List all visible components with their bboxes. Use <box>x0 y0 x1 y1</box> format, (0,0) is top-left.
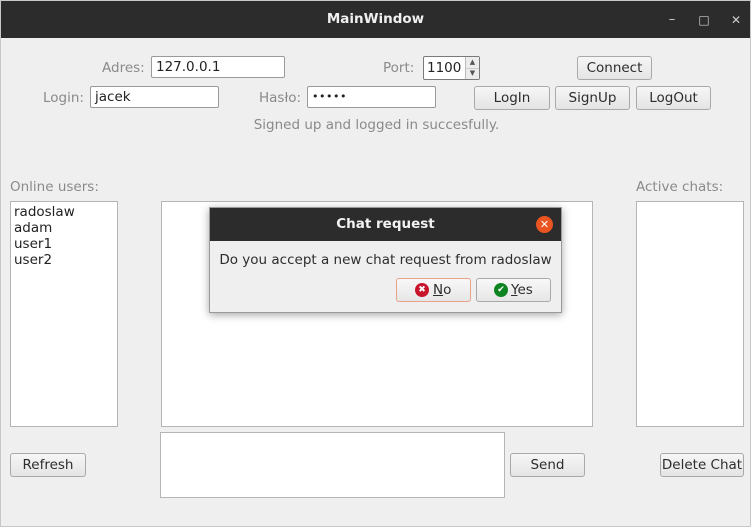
window-title: MainWindow <box>326 11 425 27</box>
minimize-button[interactable]: – <box>663 11 681 29</box>
cancel-icon: ✖ <box>415 283 429 297</box>
yes-button-label: Yes <box>511 282 533 298</box>
checkmark-icon: ✔ <box>494 283 508 297</box>
delete-chat-button[interactable]: Delete Chat <box>660 453 744 477</box>
status-text: Signed up and logged in succesfully. <box>253 117 500 133</box>
port-label: Port: <box>383 60 415 76</box>
online-users-list[interactable]: radoslaw adam user1 user2 <box>10 201 118 427</box>
connect-button[interactable]: Connect <box>577 56 652 80</box>
close-window-button[interactable]: ✕ <box>727 11 745 29</box>
list-item[interactable]: user2 <box>11 252 117 268</box>
chevron-down-icon[interactable]: ▼ <box>466 68 479 79</box>
password-input[interactable]: ••••• <box>307 86 436 108</box>
signup-button[interactable]: SignUp <box>555 86 630 110</box>
title-bar: MainWindow – □ ✕ <box>1 1 750 38</box>
refresh-button[interactable]: Refresh <box>10 453 86 477</box>
login-label: Login: <box>43 90 84 106</box>
list-item[interactable]: adam <box>11 220 117 236</box>
password-label: Hasło: <box>259 90 302 106</box>
list-item[interactable]: radoslaw <box>11 204 117 220</box>
close-icon[interactable]: ✕ <box>536 216 553 233</box>
maximize-button[interactable]: □ <box>695 11 713 29</box>
yes-button[interactable]: ✔ Yes <box>476 278 551 302</box>
main-window: MainWindow – □ ✕ Adres: 127.0.0.1 Port: … <box>0 0 751 527</box>
no-button-label: No <box>433 282 452 298</box>
dialog-title: Chat request <box>210 208 561 241</box>
address-label: Adres: <box>102 60 145 76</box>
port-spinbox[interactable]: 1100 ▲ ▼ <box>423 56 480 80</box>
no-button[interactable]: ✖ No <box>396 278 471 302</box>
logout-button[interactable]: LogOut <box>636 86 711 110</box>
message-input[interactable] <box>160 432 505 498</box>
login-input[interactable]: jacek <box>90 86 219 108</box>
dialog-message: Do you accept a new chat request from ra… <box>219 252 552 268</box>
send-button[interactable]: Send <box>510 453 585 477</box>
chat-request-dialog: Chat request ✕ Do you accept a new chat … <box>209 207 562 313</box>
address-input[interactable]: 127.0.0.1 <box>151 56 285 78</box>
online-users-label: Online users: <box>10 179 99 195</box>
port-value[interactable]: 1100 <box>427 57 461 79</box>
active-chats-label: Active chats: <box>636 179 724 195</box>
port-stepper[interactable]: ▲ ▼ <box>465 57 479 79</box>
list-item[interactable]: user1 <box>11 236 117 252</box>
active-chats-list[interactable] <box>636 201 744 427</box>
login-button[interactable]: LogIn <box>474 86 550 110</box>
